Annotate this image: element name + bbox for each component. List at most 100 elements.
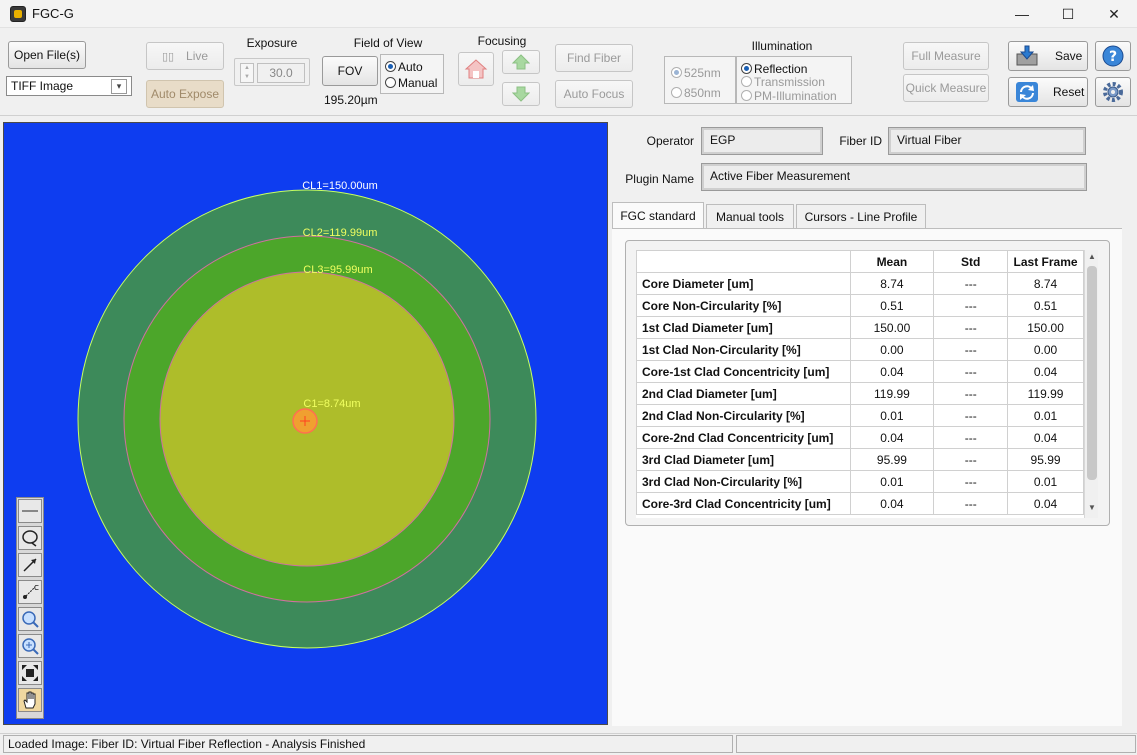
focus-home-button[interactable] xyxy=(458,52,494,86)
close-button[interactable]: ✕ xyxy=(1091,0,1137,28)
value-cell: 8.74 xyxy=(1007,272,1084,295)
value-cell: --- xyxy=(933,382,1009,405)
value-cell: 8.74 xyxy=(849,272,935,295)
lasso-select-icon[interactable] xyxy=(18,526,42,550)
auto-expose-button[interactable]: Auto Expose xyxy=(146,80,224,108)
scroll-down-icon[interactable]: ▼ xyxy=(1087,503,1097,515)
svg-text:?: ? xyxy=(1109,49,1117,65)
value-cell: 150.00 xyxy=(1007,316,1084,339)
value-cell: 0.01 xyxy=(849,470,935,493)
scroll-up-icon[interactable]: ▲ xyxy=(1087,252,1097,264)
reset-label: Reset xyxy=(1053,85,1085,99)
file-type-select[interactable]: TIFF Image ▾ xyxy=(6,76,132,96)
tab-manual-tools[interactable]: Manual tools xyxy=(706,204,794,228)
value-cell: 0.04 xyxy=(849,360,935,383)
save-icon xyxy=(1016,45,1038,66)
live-button[interactable]: ▯▯ Live xyxy=(146,42,224,70)
fov-value: 195.20µm xyxy=(324,93,378,107)
gear-icon xyxy=(1103,82,1123,102)
exposure-stepper[interactable]: ▲ ▼ 30.0 xyxy=(234,58,310,86)
value-cell: --- xyxy=(933,294,1009,317)
tab-fgc-standard[interactable]: FGC standard xyxy=(612,202,704,228)
pan-hand-icon[interactable] xyxy=(18,688,42,712)
illumination-mode-group: Reflection Transmission PM-Illumination xyxy=(736,56,852,104)
table-row: 3rd Clad Non-Circularity [%] 0.01 --- 0.01 xyxy=(636,470,1084,493)
settings-button[interactable] xyxy=(1095,77,1131,107)
fov-button[interactable]: FOV xyxy=(322,56,378,86)
auto-focus-button[interactable]: Auto Focus xyxy=(555,80,633,108)
point-marker-icon[interactable]: C xyxy=(18,580,42,604)
table-row: Core Diameter [um] 8.74 --- 8.74 xyxy=(636,272,1084,295)
table-row: Core-3rd Clad Concentricity [um] 0.04 --- 0… xyxy=(636,492,1084,515)
scroll-thumb[interactable] xyxy=(1087,266,1097,480)
radio-selected-icon xyxy=(385,61,396,73)
tab-cursors-line-profile[interactable]: Cursors - Line Profile xyxy=(796,204,926,228)
value-cell: 0.01 xyxy=(849,404,935,427)
wl-850-radio[interactable]: 850nm xyxy=(671,85,721,100)
row-label-cell: Core-3rd Clad Concentricity [um] xyxy=(636,492,851,515)
table-row: Core Non-Circularity [%] 0.51 --- 0.51 xyxy=(636,294,1084,317)
fit-to-window-icon[interactable] xyxy=(18,661,42,685)
fov-manual-radio[interactable]: Manual xyxy=(385,75,437,90)
radio-icon xyxy=(741,76,752,88)
value-cell: 0.51 xyxy=(849,294,935,317)
palette-handle-icon[interactable] xyxy=(18,499,42,523)
row-label-cell: Core-2nd Clad Concentricity [um] xyxy=(636,426,851,449)
value-cell: 95.99 xyxy=(1007,448,1084,471)
plugin-name-field[interactable]: Active Fiber Measurement xyxy=(701,163,1087,191)
file-type-value: TIFF Image xyxy=(11,79,74,93)
value-cell: 95.99 xyxy=(849,448,935,471)
value-cell: 0.04 xyxy=(849,426,935,449)
exposure-value[interactable]: 30.0 xyxy=(257,63,305,83)
value-cell: --- xyxy=(933,316,1009,339)
pause-icon: ▯▯ xyxy=(161,50,175,63)
row-label-cell: Core-1st Clad Concentricity [um] xyxy=(636,360,851,383)
row-label-cell: 1st Clad Non-Circularity [%] xyxy=(636,338,851,361)
transmission-radio[interactable]: Transmission xyxy=(741,74,825,89)
value-cell: --- xyxy=(933,338,1009,361)
value-cell: 119.99 xyxy=(1007,382,1084,405)
table-row: 2nd Clad Non-Circularity [%] 0.01 --- 0.01 xyxy=(636,404,1084,427)
c1-label: C1=8.74um xyxy=(303,398,360,410)
quick-measure-button[interactable]: Quick Measure xyxy=(903,74,989,102)
open-files-button[interactable]: Open File(s) xyxy=(8,41,86,69)
window-title: FGC-G xyxy=(32,6,74,21)
table-scrollbar[interactable]: ▲ ▼ xyxy=(1084,250,1098,518)
fiber-id-field[interactable]: Virtual Fiber xyxy=(888,127,1086,155)
table-header-cell: Mean xyxy=(849,250,935,273)
zoom-out-icon[interactable] xyxy=(18,607,42,631)
app-logo-icon xyxy=(10,6,26,22)
pm-illumination-radio[interactable]: PM-Illumination xyxy=(741,88,837,103)
help-icon: ? xyxy=(1102,45,1124,67)
arrow-down-icon xyxy=(512,86,530,102)
maximize-button[interactable]: ☐ xyxy=(1045,0,1091,28)
results-table-viewport[interactable]: Mean Std Last Frame Core Diameter [um] 8.… xyxy=(636,250,1084,518)
save-button[interactable]: Save xyxy=(1008,41,1088,71)
wl-525-radio[interactable]: 525nm xyxy=(671,65,721,80)
minimize-button[interactable]: — xyxy=(999,0,1045,28)
focus-down-button[interactable] xyxy=(502,82,540,106)
table-row: 1st Clad Non-Circularity [%] 0.00 --- 0.00 xyxy=(636,338,1084,361)
status-message: Loaded Image: Fiber ID: Virtual Fiber Re… xyxy=(3,735,733,753)
operator-field[interactable]: EGP xyxy=(701,127,823,155)
zoom-in-icon[interactable] xyxy=(18,634,42,658)
row-label-cell: Core Non-Circularity [%] xyxy=(636,294,851,317)
full-measure-button[interactable]: Full Measure xyxy=(903,42,989,70)
fov-auto-radio[interactable]: Auto xyxy=(385,59,423,74)
value-cell: 0.00 xyxy=(849,338,935,361)
measure-line-icon[interactable] xyxy=(18,553,42,577)
find-fiber-button[interactable]: Find Fiber xyxy=(555,44,633,72)
table-row: Core-2nd Clad Concentricity [um] 0.04 --- 0… xyxy=(636,426,1084,449)
row-label-cell: 1st Clad Diameter [um] xyxy=(636,316,851,339)
reset-button[interactable]: Reset xyxy=(1008,77,1088,107)
stepper-arrows-icon[interactable]: ▲ ▼ xyxy=(240,63,254,83)
fiber-image-viewer[interactable]: CL1=150.00um CL2=119.99um CL3=95.99um C1… xyxy=(3,122,608,725)
wavelength-group: 525nm 850nm xyxy=(664,56,736,104)
refresh-icon xyxy=(1016,82,1038,102)
focus-up-button[interactable] xyxy=(502,50,540,74)
illumination-label: Illumination xyxy=(751,39,813,53)
table-row: Core-1st Clad Concentricity [um] 0.04 --- 0… xyxy=(636,360,1084,383)
svg-text:C: C xyxy=(34,584,39,592)
row-label-cell: 2nd Clad Diameter [um] xyxy=(636,382,851,405)
help-button[interactable]: ? xyxy=(1095,41,1131,71)
